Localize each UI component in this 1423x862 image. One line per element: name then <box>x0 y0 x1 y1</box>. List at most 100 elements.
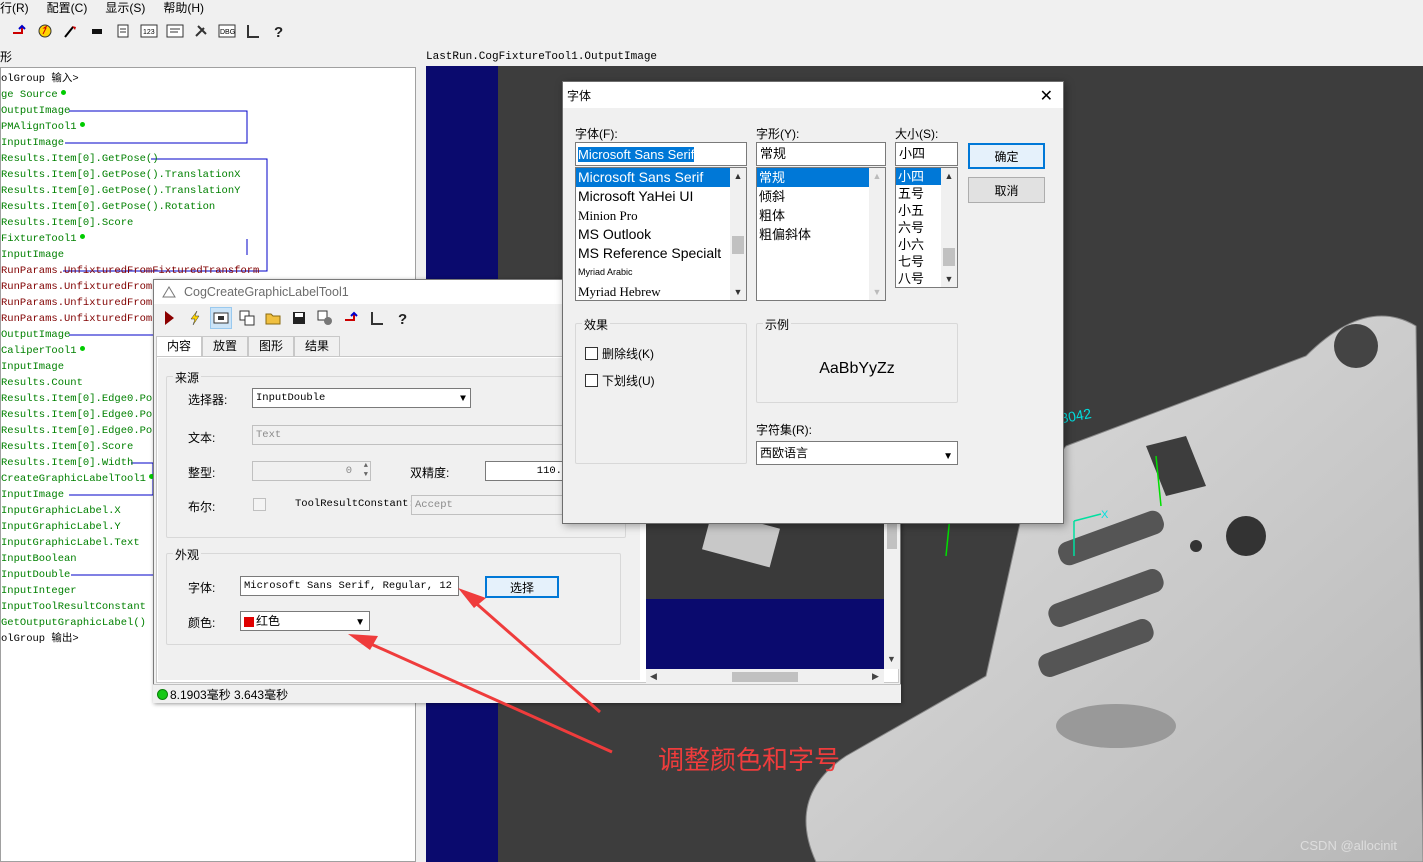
reset-tool-icon[interactable] <box>340 307 362 329</box>
tree-item[interactable]: PMAlignTool1 <box>1 119 85 135</box>
tree-item[interactable]: Results.Item[0].GetPose().TranslationY <box>1 183 240 199</box>
tree-item[interactable]: Results.Item[0].GetPose() <box>1 151 159 167</box>
tree-item[interactable]: CaliperTool1 <box>1 343 85 359</box>
choose-font-button[interactable]: 选择 <box>485 576 559 598</box>
tree-item[interactable]: InputDouble <box>1 567 70 583</box>
measure-tool-icon[interactable] <box>366 307 388 329</box>
tab-results[interactable]: 结果 <box>294 336 341 356</box>
style-list-scrollbar[interactable]: ▲ ▼ <box>869 168 885 300</box>
tools-icon[interactable] <box>190 20 212 42</box>
spin-icon[interactable]: ▲ ▼ <box>364 462 368 480</box>
scroll-left-icon[interactable]: ◀ <box>650 671 657 682</box>
menu-config[interactable]: 配置(C) <box>47 0 88 16</box>
tab-placement[interactable]: 放置 <box>202 336 249 356</box>
scroll-right-icon[interactable]: ▶ <box>872 671 879 682</box>
size-input[interactable]: 小四 <box>895 142 958 166</box>
scroll-up-icon[interactable]: ▲ <box>941 168 957 184</box>
tree-item[interactable]: RunParams.UnfixturedFromFi <box>1 295 165 311</box>
tree-item[interactable]: InputImage <box>1 359 64 375</box>
script-icon[interactable] <box>164 20 186 42</box>
scroll-up-icon[interactable]: ▲ <box>869 168 885 184</box>
tree-item[interactable]: InputInteger <box>1 583 77 599</box>
size-list[interactable]: 小四 五号 小五 六号 小六 七号 八号 ▲ ▼ <box>895 167 958 288</box>
tree-item[interactable]: RunParams.UnfixturedFromFi <box>1 279 165 295</box>
scroll-down-icon[interactable]: ▼ <box>869 284 885 300</box>
tree-item[interactable]: FixtureTool1 <box>1 231 85 247</box>
font-list-scrollbar[interactable]: ▲ ▼ <box>730 168 746 300</box>
measure-icon[interactable] <box>242 20 264 42</box>
size-list-scrollbar[interactable]: ▲ ▼ <box>941 168 957 287</box>
double-input[interactable]: 110. <box>485 461 563 481</box>
tree-item[interactable]: InputImage <box>1 247 64 263</box>
reset-icon[interactable] <box>8 20 30 42</box>
strikeout-checkbox[interactable]: 删除线(K) <box>585 345 654 362</box>
tree-item[interactable]: InputGraphicLabel.X <box>1 503 121 519</box>
list-item[interactable]: Myriad Arabic <box>576 263 746 282</box>
style-input[interactable]: 常规 <box>756 142 886 166</box>
tree-item[interactable]: CreateGraphicLabelTool1 <box>1 471 154 487</box>
font-list[interactable]: Microsoft Sans Serif Microsoft YaHei UI Mi… <box>575 167 747 301</box>
tree-item[interactable]: RunParams.UnfixturedFromFixturedTransfor… <box>1 263 259 279</box>
tab-content[interactable]: 内容 <box>156 336 203 356</box>
tree-item[interactable]: olGroup 输出> <box>1 631 79 647</box>
tree-item[interactable]: Results.Item[0].Edge0.Posi <box>1 407 165 423</box>
tree-item[interactable]: Results.Item[0].Width <box>1 455 133 471</box>
numeric-icon[interactable]: 123 <box>138 20 160 42</box>
tree-item[interactable]: ge Source <box>1 87 66 103</box>
tree-item[interactable]: Results.Item[0].Edge0.Posi <box>1 391 165 407</box>
tree-item[interactable]: InputImage <box>1 135 64 151</box>
stop-icon[interactable] <box>86 20 108 42</box>
list-item[interactable]: 常规 <box>757 168 885 187</box>
tree-item[interactable]: RunParams.UnfixturedFromFi <box>1 311 165 327</box>
ok-button[interactable]: 确定 <box>968 143 1045 169</box>
tab-graphics[interactable]: 图形 <box>248 336 295 356</box>
list-item[interactable]: Minion Pro <box>576 206 746 225</box>
list-item[interactable]: MS Reference Specialt <box>576 244 746 263</box>
help-tool-icon[interactable]: ? <box>392 307 414 329</box>
tool-image-hscroll[interactable]: ◀ ▶ <box>646 669 884 685</box>
close-icon[interactable]: ✕ <box>1040 86 1053 106</box>
tree-item[interactable]: Results.Item[0].GetPose().TranslationX <box>1 167 240 183</box>
tree-item[interactable]: Results.Item[0].GetPose().Rotation <box>1 199 215 215</box>
copy-image-icon[interactable] <box>236 307 258 329</box>
save-icon[interactable] <box>288 307 310 329</box>
tree-item[interactable]: InputGraphicLabel.Y <box>1 519 121 535</box>
tree-item[interactable]: Results.Count <box>1 375 83 391</box>
scroll-down-icon[interactable]: ▼ <box>941 271 957 287</box>
style-list[interactable]: 常规 倾斜 粗体 粗偏斜体 ▲ ▼ <box>756 167 886 301</box>
menu-display[interactable]: 显示(S) <box>105 0 145 16</box>
tree-item[interactable]: Results.Item[0].Score <box>1 215 133 231</box>
tree-item[interactable]: GetOutputGraphicLabel() <box>1 615 146 631</box>
cancel-button[interactable]: 取消 <box>968 177 1045 203</box>
scroll-down-icon[interactable]: ▼ <box>887 654 896 664</box>
menu-run[interactable]: 行(R) <box>0 0 29 16</box>
run-icon[interactable] <box>158 307 180 329</box>
tree-item[interactable]: InputToolResultConstant <box>1 599 146 615</box>
int-stepper[interactable]: 0 ▲ ▼ <box>252 461 371 481</box>
tree-item[interactable]: Results.Item[0].Edge0.Posi <box>1 423 165 439</box>
edit-icon[interactable] <box>112 20 134 42</box>
hscroll-thumb[interactable] <box>732 672 798 682</box>
list-item[interactable]: MS Outlook <box>576 225 746 244</box>
list-item[interactable]: 粗体 <box>757 206 885 225</box>
bool-checkbox[interactable] <box>253 498 266 511</box>
scroll-thumb[interactable] <box>943 248 955 266</box>
list-item[interactable]: 粗偏斜体 <box>757 225 885 244</box>
font-name-input[interactable]: Microsoft Sans Serif <box>575 142 747 166</box>
run-once-icon[interactable] <box>34 20 56 42</box>
tree-item[interactable]: InputGraphicLabel.Text <box>1 535 140 551</box>
open-folder-icon[interactable] <box>262 307 284 329</box>
tree-item[interactable]: olGroup 输入> <box>1 71 79 87</box>
debug-icon[interactable]: DBG <box>216 20 238 42</box>
list-item[interactable]: 倾斜 <box>757 187 885 206</box>
scroll-down-icon[interactable]: ▼ <box>730 284 746 300</box>
menu-help[interactable]: 帮助(H) <box>163 0 204 16</box>
scroll-thumb[interactable] <box>732 236 744 254</box>
underline-checkbox[interactable]: 下划线(U) <box>585 372 655 389</box>
selector-combo[interactable]: InputDouble ▼ <box>252 388 471 408</box>
list-item[interactable]: Microsoft YaHei UI <box>576 187 746 206</box>
show-image-icon[interactable] <box>210 307 232 329</box>
tree-item[interactable]: InputBoolean <box>1 551 77 567</box>
list-item[interactable]: Microsoft Sans Serif <box>576 168 746 187</box>
run-continuous-icon[interactable] <box>60 20 82 42</box>
